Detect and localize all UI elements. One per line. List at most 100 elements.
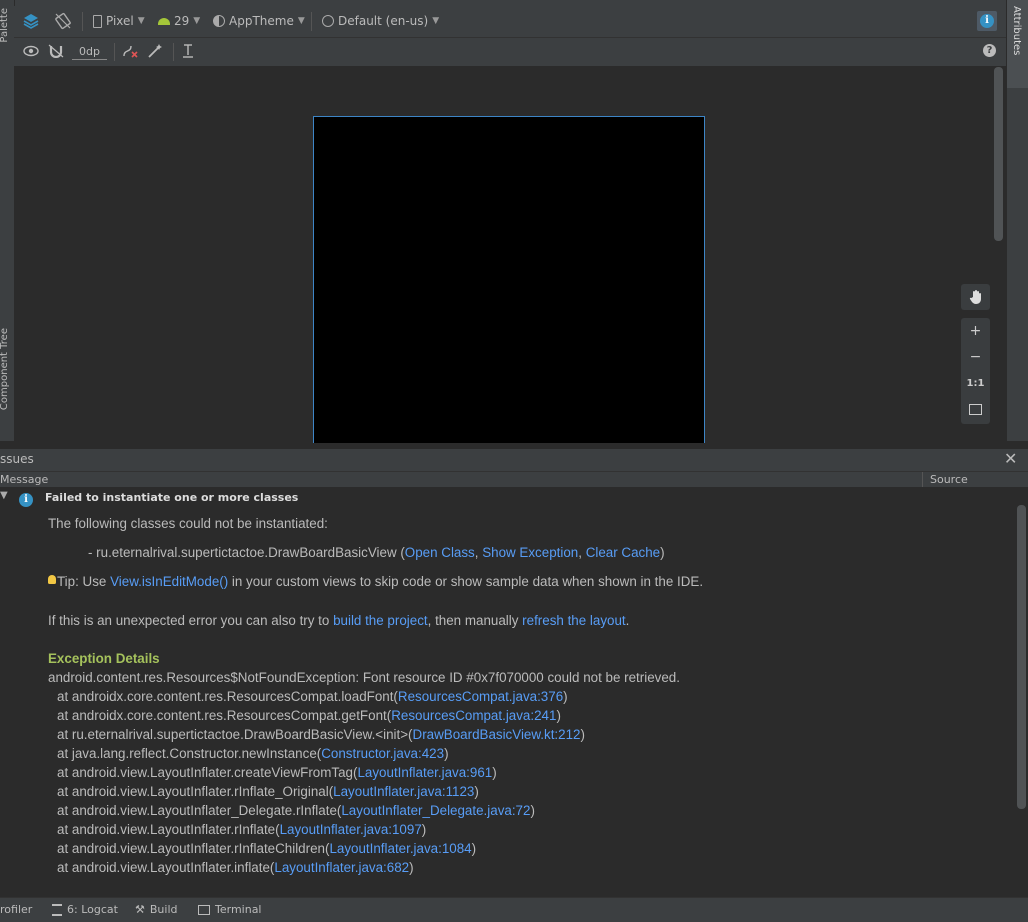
theme-icon (213, 15, 225, 27)
stack-frame-source-link[interactable]: LayoutInflater.java:1097 (280, 822, 422, 837)
zoom-out-button[interactable]: − (961, 344, 990, 370)
theme-label: AppTheme (229, 14, 294, 28)
stack-frame-source-link[interactable]: LayoutInflater.java:1123 (333, 784, 474, 799)
magnet-icon[interactable] (48, 44, 64, 58)
column-message[interactable]: Message (0, 473, 48, 486)
infer-constraints-icon[interactable] (147, 43, 163, 59)
issue-title[interactable]: Failed to instantiate one or more classe… (45, 491, 298, 504)
api-level-selector[interactable]: 29 ▼ (158, 14, 200, 28)
layers-icon[interactable] (22, 12, 40, 30)
stack-frame-source-link[interactable]: LayoutInflater.java:961 (357, 765, 492, 780)
issues-detail: ▼ i Failed to instantiate one or more cl… (0, 487, 1028, 877)
info-icon: i (980, 14, 994, 28)
left-tool-strip: Palette Component Tree (0, 0, 15, 441)
api-level-label: 29 (174, 14, 190, 28)
android-icon (158, 17, 170, 25)
chevron-down-icon: ▼ (193, 16, 201, 26)
stack-frame-source-link[interactable]: ResourcesCompat.java:376 (398, 689, 563, 704)
collapse-arrow-icon[interactable]: ▼ (0, 490, 8, 501)
is-in-edit-mode-link[interactable]: View.isInEditMode() (110, 574, 228, 589)
layout-toolbar: 0dp ? (14, 38, 1006, 67)
default-margin-field[interactable]: 0dp (72, 43, 107, 60)
tip-line: Tip: Use View.isInEditMode() in your cus… (48, 574, 703, 589)
toolbar-separator (114, 43, 115, 61)
globe-icon (322, 15, 334, 27)
hand-icon (961, 284, 990, 310)
clear-constraints-icon[interactable] (121, 43, 139, 59)
component-tree-tab[interactable]: Component Tree (0, 328, 10, 410)
zoom-in-button[interactable]: + (961, 318, 990, 344)
issues-scrollbar[interactable] (1017, 505, 1026, 809)
device-label: Pixel (106, 14, 134, 28)
column-divider (922, 472, 923, 488)
stack-frame: at android.view.LayoutInflater.rInflate(… (57, 822, 427, 837)
fit-screen-icon (969, 403, 982, 415)
exception-message: android.content.res.Resources$NotFoundEx… (48, 670, 680, 685)
info-toggle-button[interactable]: i (977, 11, 997, 31)
failed-class-line: - ru.eternalrival.supertictactoe.DrawBoa… (88, 545, 665, 560)
build-tab[interactable]: ⚒ Build (135, 903, 178, 916)
stack-frame: at androidx.core.content.res.ResourcesCo… (57, 689, 568, 704)
stack-frame: at androidx.core.content.res.ResourcesCo… (57, 708, 561, 723)
default-margin-value: 0dp (79, 44, 100, 58)
issues-panel-header: ssues ✕ (0, 448, 1028, 471)
phone-icon (93, 14, 102, 28)
stack-frame-source-link[interactable]: Constructor.java:423 (321, 746, 444, 761)
stack-frame: at android.view.LayoutInflater.rInflate_… (57, 784, 479, 799)
terminal-tab[interactable]: Terminal (198, 903, 262, 916)
unexpected-error-line: If this is an unexpected error you can a… (48, 613, 630, 628)
zoom-fit-button[interactable] (961, 396, 990, 422)
refresh-layout-link[interactable]: refresh the layout (522, 613, 625, 628)
clear-cache-link[interactable]: Clear Cache (586, 545, 660, 560)
chevron-down-icon: ▼ (432, 16, 440, 26)
logcat-tab[interactable]: 6: Logcat (52, 903, 118, 916)
pan-button[interactable] (961, 284, 990, 310)
eye-icon[interactable] (23, 44, 39, 58)
canvas-scrollbar[interactable] (994, 67, 1003, 241)
design-toolbar: Pixel ▼ 29 ▼ AppTheme ▼ Default (en-us) … (14, 6, 1006, 38)
design-canvas[interactable] (14, 67, 1006, 443)
palette-tab[interactable]: Palette (0, 8, 10, 43)
close-icon[interactable]: ✕ (1004, 449, 1017, 468)
stack-frame-source-link[interactable]: LayoutInflater_Delegate.java:72 (341, 803, 530, 818)
stack-frame: at ru.eternalrival.supertictactoe.DrawBo… (57, 727, 585, 742)
open-class-link[interactable]: Open Class (405, 545, 475, 560)
info-icon: i (19, 491, 33, 507)
orientation-icon[interactable] (54, 12, 72, 30)
baseline-icon[interactable] (181, 43, 195, 59)
zoom-actual-size-button[interactable]: 1:1 (961, 370, 990, 396)
issues-panel-title: ssues (0, 452, 34, 466)
exception-details-heading: Exception Details (48, 651, 160, 666)
stack-frame-source-link[interactable]: ResourcesCompat.java:241 (391, 708, 556, 723)
logcat-icon (52, 903, 62, 916)
stack-frame-source-link[interactable]: LayoutInflater.java:682 (274, 860, 409, 875)
hammer-icon: ⚒ (135, 903, 145, 916)
stack-frame-source-link[interactable]: LayoutInflater.java:1084 (329, 841, 471, 856)
show-exception-link[interactable]: Show Exception (482, 545, 578, 560)
stack-frame: at java.lang.reflect.Constructor.newInst… (57, 746, 449, 761)
theme-selector[interactable]: AppTheme ▼ (213, 14, 305, 28)
device-selector[interactable]: Pixel ▼ (93, 14, 145, 28)
stack-frame-source-link[interactable]: DrawBoardBasicView.kt:212 (413, 727, 581, 742)
column-source[interactable]: Source (930, 473, 968, 486)
locale-selector[interactable]: Default (en-us) ▼ (322, 14, 439, 28)
lightbulb-icon (48, 575, 56, 584)
chevron-down-icon: ▼ (137, 16, 145, 26)
toolbar-separator (173, 43, 174, 61)
device-preview[interactable] (313, 116, 705, 443)
attributes-tab[interactable]: Attributes (1007, 0, 1028, 88)
attributes-tab-label: Attributes (1011, 6, 1022, 56)
stack-frame: at android.view.LayoutInflater.rInflateC… (57, 841, 477, 856)
stack-frame: at android.view.LayoutInflater.createVie… (57, 765, 497, 780)
toolbar-separator (311, 12, 312, 31)
toolbar-separator (82, 12, 83, 31)
terminal-icon (198, 904, 210, 915)
classes-not-instantiated: The following classes could not be insta… (48, 516, 328, 531)
build-project-link[interactable]: build the project (333, 613, 428, 628)
tool-window-bar: rofiler 6: Logcat ⚒ Build Terminal (0, 897, 1028, 922)
help-icon[interactable]: ? (983, 44, 996, 57)
panel-footer (0, 877, 1028, 897)
right-tool-strip: Attributes (1006, 0, 1028, 441)
stack-frame: at android.view.LayoutInflater_Delegate.… (57, 803, 535, 818)
profiler-tab[interactable]: rofiler (0, 903, 32, 916)
